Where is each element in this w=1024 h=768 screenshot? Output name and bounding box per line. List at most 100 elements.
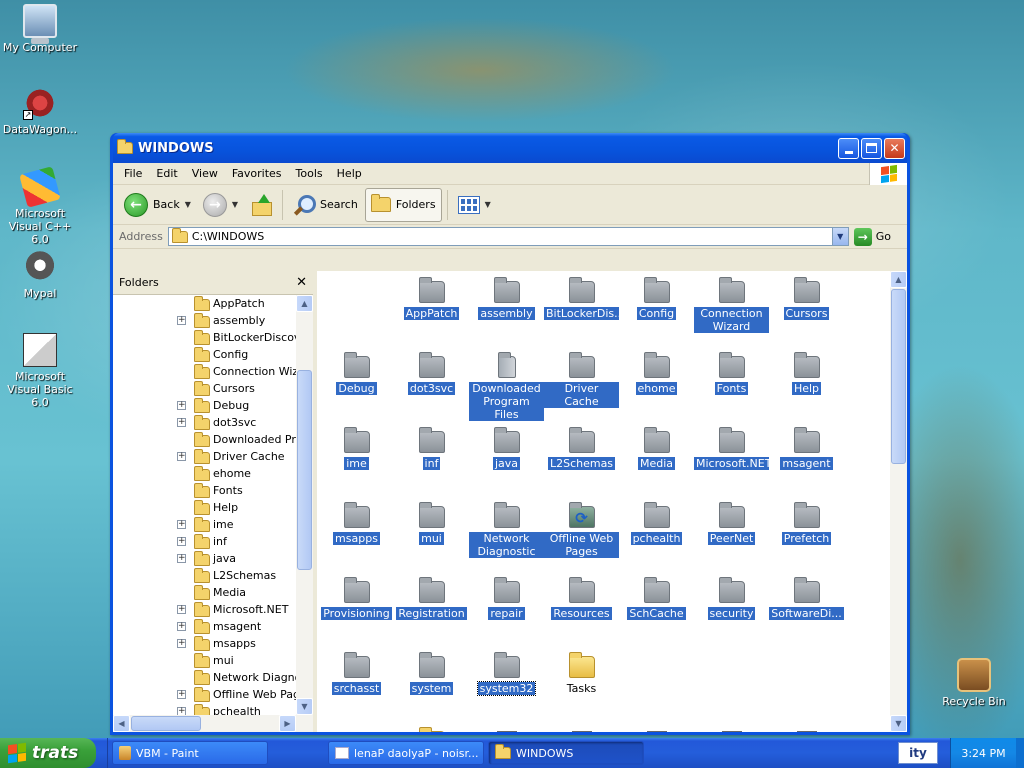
tree-item[interactable]: BitLockerDiscover <box>113 329 296 346</box>
file-item[interactable]: Provisioning <box>319 577 394 620</box>
file-item[interactable]: inf <box>394 427 469 470</box>
tree-item[interactable]: + pchealth <box>113 703 296 715</box>
desktop-icon-recycle-bin[interactable]: Recycle Bin <box>934 658 1014 708</box>
tree-item[interactable]: + ime <box>113 516 296 533</box>
expand-icon[interactable]: + <box>177 605 186 614</box>
file-item[interactable]: pchealth <box>619 502 694 545</box>
start-button[interactable]: trats <box>0 738 96 768</box>
file-item[interactable]: security <box>694 577 769 620</box>
tree-item[interactable]: + Microsoft.NET <box>113 601 296 618</box>
language-bar[interactable]: ity <box>898 742 938 764</box>
file-item[interactable] <box>544 731 619 732</box>
file-item[interactable]: Media <box>619 427 694 470</box>
views-button[interactable]: ▼ <box>453 188 496 222</box>
tree-item[interactable]: Help <box>113 499 296 516</box>
maximize-button[interactable] <box>861 137 882 159</box>
file-item[interactable]: mui <box>394 502 469 545</box>
taskbar-item-windows[interactable]: WINDOWS <box>488 741 644 765</box>
file-item[interactable] <box>694 731 769 732</box>
expand-icon[interactable]: + <box>177 622 186 631</box>
file-item[interactable]: SoftwareDi... <box>769 577 844 620</box>
scroll-up-icon[interactable]: ▲ <box>890 271 907 288</box>
tree-item[interactable]: Fonts <box>113 482 296 499</box>
file-item[interactable]: L2Schemas <box>544 427 619 470</box>
tree-item[interactable]: Media <box>113 584 296 601</box>
scroll-thumb[interactable] <box>891 289 906 464</box>
file-item[interactable]: Config <box>619 277 694 320</box>
file-item[interactable] <box>469 731 544 732</box>
menu-edit[interactable]: Edit <box>149 167 184 180</box>
file-item[interactable]: srchasst <box>319 652 394 695</box>
file-item[interactable]: ehome <box>619 352 694 395</box>
taskbar-item-document[interactable]: lenaP daolyaP - noisr... <box>328 741 484 765</box>
expand-icon[interactable]: + <box>177 418 186 427</box>
file-item[interactable]: Tasks <box>544 652 619 695</box>
expand-icon[interactable]: + <box>177 316 186 325</box>
file-item[interactable]: system <box>394 652 469 695</box>
tree-item[interactable]: Network Diagnost <box>113 669 296 686</box>
desktop-icon-visual-cpp[interactable]: Microsoft Visual C++ 6.0 <box>0 166 80 246</box>
file-item[interactable] <box>619 731 694 732</box>
desktop-icon-datawagon[interactable]: ↗ DataWagon... <box>0 86 80 136</box>
file-item[interactable] <box>394 727 469 732</box>
close-icon[interactable]: ✕ <box>296 275 307 290</box>
tree-item[interactable]: + inf <box>113 533 296 550</box>
file-item[interactable]: Microsoft.NET <box>694 427 771 470</box>
file-item[interactable]: dot3svc <box>394 352 469 395</box>
scroll-up-icon[interactable]: ▲ <box>296 295 313 312</box>
file-item[interactable]: Prefetch <box>769 502 844 545</box>
tree-item[interactable]: + msapps <box>113 635 296 652</box>
file-item[interactable]: Fonts <box>694 352 769 395</box>
expand-icon[interactable]: + <box>177 554 186 563</box>
file-item[interactable]: Cursors <box>769 277 844 320</box>
up-folder-button[interactable] <box>245 188 277 222</box>
close-button[interactable]: ✕ <box>884 137 905 159</box>
forward-dropdown-icon[interactable]: ▼ <box>232 200 238 209</box>
tree-item[interactable]: ehome <box>113 465 296 482</box>
back-dropdown-icon[interactable]: ▼ <box>185 200 191 209</box>
scroll-right-icon[interactable]: ▶ <box>279 715 296 732</box>
taskbar-item-paint[interactable]: VBM - Paint <box>112 741 268 765</box>
menu-view[interactable]: View <box>185 167 225 180</box>
tree-item[interactable]: + dot3svc <box>113 414 296 431</box>
scroll-thumb[interactable] <box>297 370 312 570</box>
file-item[interactable]: Debug <box>319 352 394 395</box>
file-item[interactable]: Registration <box>394 577 469 620</box>
tree-item[interactable]: mui <box>113 652 296 669</box>
tree-item[interactable]: Config <box>113 346 296 363</box>
menu-favorites[interactable]: Favorites <box>225 167 289 180</box>
tree-item[interactable]: + Driver Cache <box>113 448 296 465</box>
menu-help[interactable]: Help <box>330 167 369 180</box>
address-dropdown-icon[interactable]: ▼ <box>831 228 848 245</box>
desktop-icon-my-computer[interactable]: My Computer <box>0 4 80 54</box>
file-item[interactable]: msapps <box>319 502 394 545</box>
file-item[interactable]: BitLockerDis... <box>544 277 625 320</box>
menu-tools[interactable]: Tools <box>289 167 330 180</box>
file-item[interactable]: PeerNet <box>694 502 769 545</box>
file-item[interactable]: msagent <box>769 427 844 470</box>
file-item[interactable] <box>769 731 844 732</box>
tree-item[interactable]: L2Schemas <box>113 567 296 584</box>
tree-item[interactable]: + assembly <box>113 312 296 329</box>
desktop-icon-mypal[interactable]: Mypal <box>0 250 80 300</box>
file-item[interactable]: AppPatch <box>394 277 469 320</box>
expand-icon[interactable]: + <box>177 520 186 529</box>
file-item[interactable]: Downloaded Program Files <box>469 352 544 421</box>
expand-icon[interactable]: + <box>177 452 186 461</box>
tree-item[interactable]: AppPatch <box>113 295 296 312</box>
go-button[interactable]: → Go <box>853 227 901 246</box>
system-tray-clock[interactable]: 3:24 PM <box>950 738 1016 768</box>
tree-vertical-scrollbar[interactable]: ▲ ▼ <box>296 295 313 715</box>
back-button[interactable]: ← Back ▼ <box>119 188 196 222</box>
scroll-down-icon[interactable]: ▼ <box>296 698 313 715</box>
tree-item[interactable]: + Debug <box>113 397 296 414</box>
file-item[interactable]: repair <box>469 577 544 620</box>
file-item[interactable]: Network Diagnostic <box>469 502 544 558</box>
file-item[interactable]: Driver Cache <box>544 352 619 408</box>
expand-icon[interactable]: + <box>177 639 186 648</box>
expand-icon[interactable]: + <box>177 537 186 546</box>
desktop-icon-visual-basic[interactable]: Microsoft Visual Basic 6.0 <box>0 333 80 409</box>
tree-item[interactable]: Cursors <box>113 380 296 397</box>
scroll-down-icon[interactable]: ▼ <box>890 715 907 732</box>
file-vertical-scrollbar[interactable]: ▲ ▼ <box>890 271 907 732</box>
